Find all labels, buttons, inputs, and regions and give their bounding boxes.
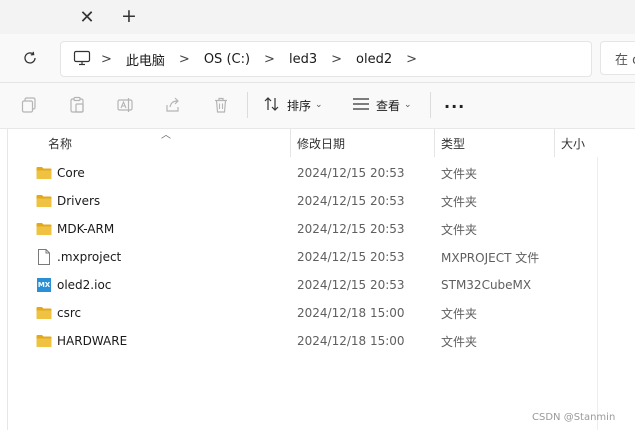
file-type: STM32CubeMX — [441, 278, 532, 292]
sort-label: 排序 — [287, 98, 312, 113]
folder-icon — [36, 306, 52, 320]
file-name-cell[interactable]: Drivers — [36, 187, 100, 215]
file-name-cell[interactable]: HARDWARE — [36, 327, 127, 355]
column-header-size[interactable]: 大小 — [561, 129, 585, 157]
file-name: .mxproject — [57, 250, 122, 264]
column-divider[interactable] — [434, 129, 435, 157]
sort-icon — [263, 96, 281, 115]
breadcrumb-os-drive[interactable]: OS (C:) — [198, 42, 256, 76]
file-type: 文件夹 — [441, 194, 478, 209]
breadcrumb-chevron-icon[interactable]: > — [398, 52, 425, 67]
new-tab-icon[interactable]: + — [118, 5, 140, 27]
file-type: 文件夹 — [441, 222, 478, 237]
file-name: Drivers — [57, 194, 101, 208]
breadcrumb-this-pc[interactable]: 此电脑 — [120, 42, 171, 76]
folder-icon — [36, 194, 52, 208]
view-button[interactable]: 查看 ⌄ — [352, 93, 412, 117]
column-header-name[interactable]: 名称 — [48, 129, 72, 157]
file-type: 文件夹 — [441, 334, 478, 349]
file-row[interactable]: csrc 2024/12/18 15:00 文件夹 — [0, 299, 635, 327]
file-name: oled2.ioc — [57, 278, 112, 292]
chevron-down-icon: ⌄ — [315, 100, 323, 110]
folder-icon — [36, 222, 52, 236]
column-header-type[interactable]: 类型 — [441, 129, 465, 157]
file-date: 2024/12/15 20:53 — [297, 250, 405, 264]
chevron-down-icon: ⌄ — [404, 100, 412, 110]
file-row[interactable]: MX oled2.ioc 2024/12/15 20:53 STM32CubeMX — [0, 271, 635, 299]
view-label: 查看 — [376, 98, 401, 113]
folder-icon — [36, 166, 52, 180]
column-header-date[interactable]: 修改日期 — [297, 129, 345, 157]
file-name: Core — [57, 166, 85, 180]
file-row[interactable]: Core 2024/12/15 20:53 文件夹 — [0, 159, 635, 187]
file-row[interactable]: Drivers 2024/12/15 20:53 文件夹 — [0, 187, 635, 215]
file-type: MXPROJECT 文件 — [441, 250, 540, 265]
column-divider[interactable] — [554, 129, 555, 157]
copy-icon[interactable] — [18, 94, 40, 116]
breadcrumb-chevron-icon[interactable]: > — [93, 52, 120, 67]
file-date: 2024/12/15 20:53 — [297, 222, 405, 236]
file-row[interactable]: .mxproject 2024/12/15 20:53 MXPROJECT 文件 — [0, 243, 635, 271]
toolbar-divider — [247, 92, 248, 118]
file-row[interactable]: MDK-ARM 2024/12/15 20:53 文件夹 — [0, 215, 635, 243]
refresh-icon[interactable] — [18, 46, 42, 70]
navigation-bar: > 此电脑 > OS (C:) > led3 > oled2 > 在 o — [0, 34, 635, 83]
file-date: 2024/12/15 20:53 — [297, 166, 405, 180]
file-date: 2024/12/15 20:53 — [297, 278, 405, 292]
file-date: 2024/12/15 20:53 — [297, 194, 405, 208]
file-name: csrc — [57, 306, 82, 320]
view-icon — [352, 97, 370, 114]
rename-icon[interactable] — [114, 94, 136, 116]
breadcrumb-chevron-icon[interactable]: > — [256, 52, 283, 67]
file-name: MDK-ARM — [57, 222, 115, 236]
file-name-cell[interactable]: .mxproject — [36, 243, 121, 271]
file-name: HARDWARE — [57, 334, 128, 348]
file-name-cell[interactable]: MDK-ARM — [36, 215, 114, 243]
file-date: 2024/12/18 15:00 — [297, 334, 405, 348]
tab-bar: ✕ + — [0, 0, 635, 34]
delete-icon[interactable] — [210, 94, 232, 116]
column-divider[interactable] — [290, 129, 291, 157]
document-icon — [36, 249, 52, 265]
toolbar-divider — [430, 92, 431, 118]
stm32cubemx-icon: MX — [36, 278, 52, 292]
close-tab-icon[interactable]: ✕ — [76, 6, 98, 28]
watermark: CSDN @Stanmin — [532, 412, 616, 423]
search-input[interactable]: 在 o — [600, 41, 635, 75]
folder-icon — [36, 334, 52, 348]
breadcrumb-chevron-icon[interactable]: > — [323, 52, 350, 67]
file-name-cell[interactable]: csrc — [36, 299, 81, 327]
sort-ascending-icon: ︿ — [161, 130, 171, 141]
share-icon[interactable] — [162, 94, 184, 116]
sort-button[interactable]: 排序 ⌄ — [263, 93, 323, 117]
file-list: ︿ 名称 修改日期 类型 大小 Core 2024/12/15 20:53 文件夹 D… — [0, 129, 635, 430]
file-row[interactable]: HARDWARE 2024/12/18 15:00 文件夹 — [0, 327, 635, 355]
file-date: 2024/12/18 15:00 — [297, 306, 405, 320]
command-toolbar: 排序 ⌄ 查看 ⌄ ··· — [0, 83, 635, 129]
breadcrumb-oled2[interactable]: oled2 — [350, 42, 398, 76]
file-type: 文件夹 — [441, 306, 478, 321]
file-name-cell[interactable]: Core — [36, 159, 85, 187]
address-bar[interactable]: > 此电脑 > OS (C:) > led3 > oled2 > — [60, 41, 592, 77]
breadcrumb-chevron-icon[interactable]: > — [171, 52, 198, 67]
breadcrumb-led3[interactable]: led3 — [283, 42, 323, 76]
file-type: 文件夹 — [441, 166, 478, 181]
more-options-icon[interactable]: ··· — [444, 97, 465, 116]
paste-icon[interactable] — [66, 94, 88, 116]
this-pc-icon[interactable] — [73, 50, 91, 69]
file-name-cell[interactable]: MX oled2.ioc — [36, 271, 111, 299]
